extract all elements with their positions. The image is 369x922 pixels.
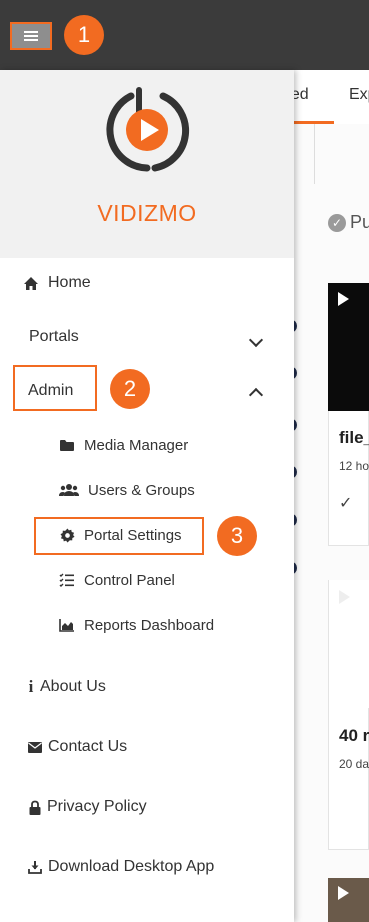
video-meta: 20 da [339,757,369,771]
check-circle-icon: ✓ [328,213,346,232]
menu-item-control-panel[interactable]: Control Panel [58,571,175,589]
callout-badge: 2 [110,369,150,409]
highlight-box [34,517,204,555]
menu-label: About Us [40,678,106,695]
drawer-header: VIDIZMO [0,70,294,258]
menu-label: Home [48,274,91,291]
envelope-icon [28,738,42,756]
video-title[interactable]: file_ [339,428,369,448]
area-chart-icon [58,616,76,634]
folder-icon [58,436,76,454]
menu-item-download-desktop-app[interactable]: Download Desktop App [28,858,214,876]
menu-label: Contact Us [48,738,128,755]
play-icon [338,886,349,900]
video-thumbnail[interactable] [328,283,369,411]
video-thumbnail[interactable] [328,580,369,708]
menu-label: Portals [29,328,79,345]
menu-item-media-manager[interactable]: Media Manager [58,436,188,454]
lock-icon [28,798,41,816]
highlight-box [13,365,97,411]
menu-item-portals[interactable]: Portals [29,328,79,346]
menu-item-about-us[interactable]: i About Us [28,677,106,696]
video-meta: 12 ho [339,459,369,473]
check-icon: ✓ [339,495,353,512]
video-title[interactable]: 40 r [339,726,369,746]
checklist-icon [58,571,76,589]
published-status: ✓ Pu [328,212,369,233]
menu-item-reports-dashboard[interactable]: Reports Dashboard [58,616,214,634]
navigation-drawer: VIDIZMO Home Portals Admin 2 Media Manag… [0,70,294,922]
users-icon [58,481,80,499]
brand-name: VIDIZMO [97,200,197,226]
info-icon: i [28,677,34,696]
hamburger-menu-button[interactable] [10,22,52,50]
vidizmo-logo-icon [106,87,190,172]
play-icon [339,590,350,604]
menu-label: Privacy Policy [47,798,147,815]
menu-item-home[interactable]: Home [22,274,91,292]
chevron-down-icon[interactable] [248,332,264,348]
menu-label: Download Desktop App [48,858,215,875]
published-label: Pu [350,212,369,232]
hamburger-icon [24,31,38,41]
tab-explore[interactable]: Exp [349,86,369,104]
play-icon [338,292,349,306]
video-thumbnail[interactable] [328,878,369,922]
home-icon [22,274,40,292]
menu-item-contact-us[interactable]: Contact Us [28,738,127,756]
top-bar: 1 [0,0,369,70]
divider [314,124,315,184]
download-icon [28,858,42,876]
menu-label: Control Panel [84,571,175,589]
callout-badge: 1 [64,15,104,55]
menu-item-users-groups[interactable]: Users & Groups [58,481,195,499]
menu-label: Reports Dashboard [84,616,215,634]
chevron-up-icon[interactable] [248,387,264,403]
callout-badge: 3 [217,516,257,556]
menu-item-privacy-policy[interactable]: Privacy Policy [28,798,147,816]
menu-label: Users & Groups [88,481,195,499]
menu-label: Media Manager [84,436,189,454]
